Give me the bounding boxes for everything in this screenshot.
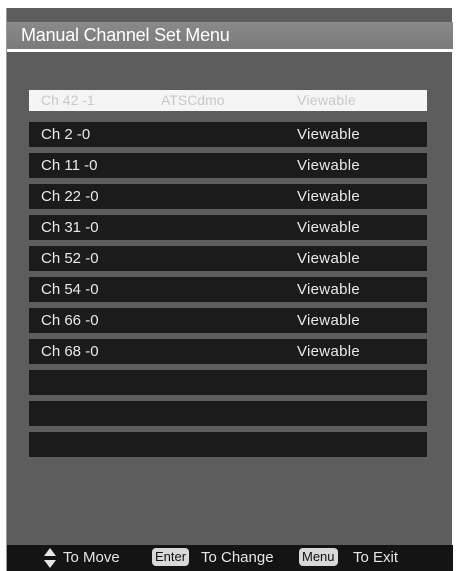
channel-number: Ch 2 -0: [41, 126, 91, 143]
move-hint: To Move: [63, 549, 120, 566]
menu-title: Manual Channel Set Menu: [21, 25, 230, 45]
channel-status: Viewable: [297, 343, 361, 360]
channel-number: Ch 52 -0: [41, 250, 99, 267]
channel-list: Ch 2 -0 Viewable Ch 11 -0 Viewable Ch 22…: [29, 122, 427, 463]
tv-screen: Manual Channel Set Menu Ch 42 -1 ATSCdmo…: [6, 8, 453, 571]
channel-number: Ch 68 -0: [41, 343, 99, 360]
channel-row[interactable]: Ch 66 -0 Viewable: [29, 308, 427, 333]
selected-channel-type: ATSCdmo: [161, 92, 225, 108]
channel-number: Ch 11 -0: [41, 157, 98, 174]
channel-row[interactable]: Ch 11 -0 Viewable: [29, 153, 427, 178]
change-hint: To Change: [201, 549, 274, 566]
channel-status: Viewable: [297, 188, 361, 205]
channel-status: Viewable: [297, 250, 361, 267]
channel-row[interactable]: Ch 54 -0 Viewable: [29, 277, 427, 302]
enter-key-badge: Enter: [152, 548, 190, 566]
channel-status: Viewable: [297, 157, 361, 174]
selected-channel-number: Ch 42 -1: [41, 92, 95, 108]
channel-number: Ch 66 -0: [41, 312, 99, 329]
channel-row[interactable]: Ch 22 -0 Viewable: [29, 184, 427, 209]
channel-row[interactable]: Ch 2 -0 Viewable: [29, 122, 427, 147]
channel-status: Viewable: [297, 219, 361, 236]
empty-channel-row[interactable]: [29, 401, 427, 426]
channel-row[interactable]: Ch 31 -0 Viewable: [29, 215, 427, 240]
menu-title-bar: Manual Channel Set Menu: [7, 22, 453, 52]
channel-status: Viewable: [297, 281, 361, 298]
selected-channel-row[interactable]: Ch 42 -1 ATSCdmo Viewable: [29, 90, 427, 111]
empty-channel-row[interactable]: [29, 370, 427, 395]
selected-channel-status: Viewable: [297, 92, 356, 108]
channel-status: Viewable: [297, 312, 361, 329]
channel-row[interactable]: Ch 52 -0 Viewable: [29, 246, 427, 271]
channel-row[interactable]: Ch 68 -0 Viewable: [29, 339, 427, 364]
help-bar: To Move Enter To Change Menu To Exit: [7, 545, 453, 571]
empty-channel-row[interactable]: [29, 432, 427, 457]
exit-hint: To Exit: [353, 549, 399, 566]
channel-status: Viewable: [297, 126, 361, 143]
channel-number: Ch 54 -0: [41, 281, 99, 298]
menu-key-badge: Menu: [299, 548, 338, 566]
up-down-arrow-icon: [44, 548, 56, 568]
channel-number: Ch 31 -0: [41, 219, 99, 236]
channel-number: Ch 22 -0: [41, 188, 99, 205]
